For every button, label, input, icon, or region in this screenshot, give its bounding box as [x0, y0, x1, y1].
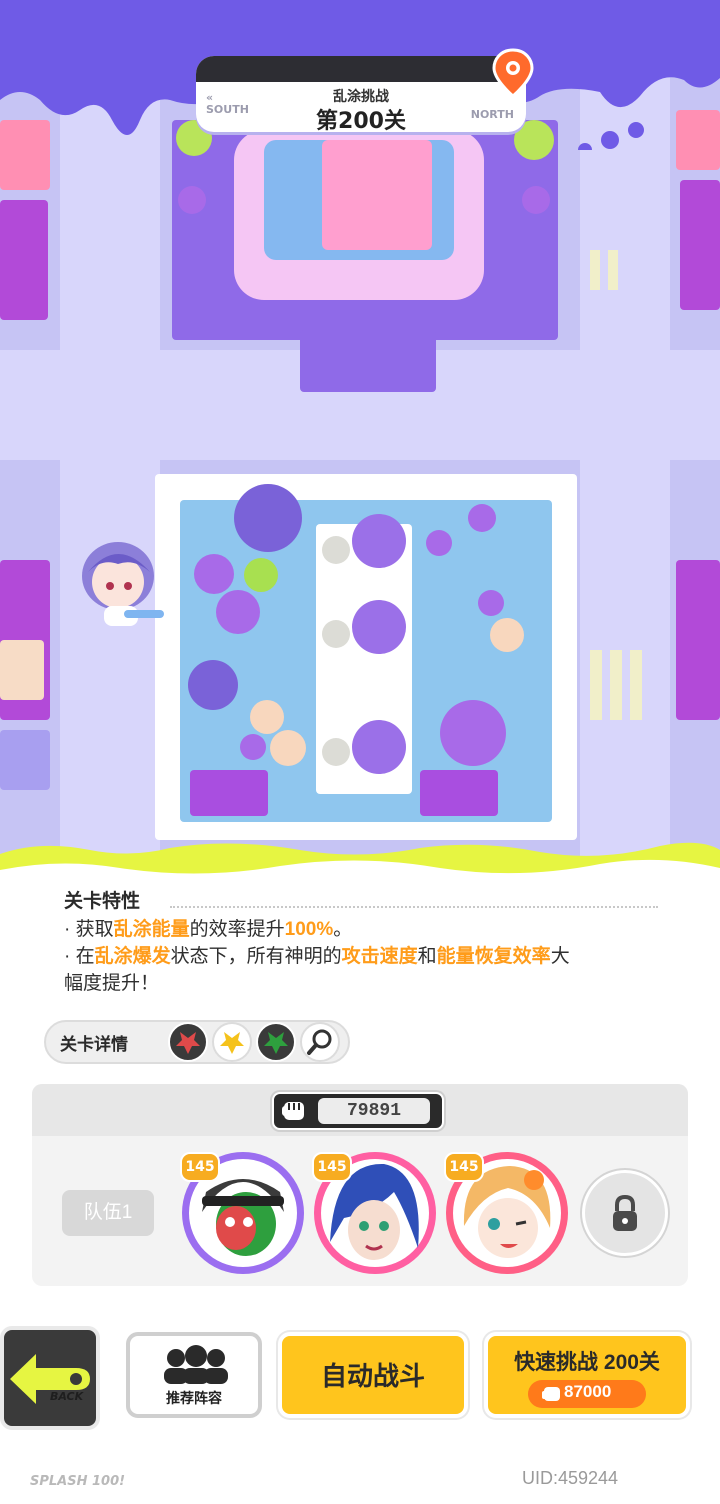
- trait-text: 状态下，所有神明的: [170, 946, 342, 967]
- map-bench: [420, 770, 498, 816]
- map-splat: [194, 554, 234, 594]
- stage-detail-label: 关卡详情: [60, 1035, 128, 1054]
- lock-icon: [613, 1194, 637, 1231]
- team-power-value: 79891: [318, 1098, 430, 1124]
- quick-challenge-label: 快速挑战 200关: [514, 1351, 660, 1374]
- trait-text: 大: [550, 946, 570, 967]
- map-ball: [270, 730, 306, 766]
- divider: [170, 906, 658, 908]
- fist-icon: [282, 1102, 304, 1120]
- game-logo: SPLASH 100!: [30, 1474, 126, 1489]
- crosswalk: [608, 250, 618, 290]
- map-building: [0, 730, 50, 790]
- back-button[interactable]: [0, 1326, 100, 1430]
- crosswalk: [590, 650, 602, 720]
- banner-bar: [196, 56, 526, 82]
- team-silhouette-icon: [164, 1345, 228, 1384]
- locked-hero-slot[interactable]: [582, 1170, 668, 1256]
- auto-battle-label: 自动战斗: [320, 1361, 425, 1391]
- map-splat: [178, 186, 206, 214]
- plaza-building: [300, 330, 436, 392]
- green-splat-icon[interactable]: [256, 1022, 296, 1062]
- map-splat: [440, 700, 506, 766]
- map-splat: [478, 590, 504, 616]
- trait-highlight: 100%: [284, 919, 334, 940]
- trait-highlight: 能量恢复效率: [436, 946, 551, 967]
- trait-line: · 获取乱涂能量的效率提升100%。: [64, 916, 674, 943]
- map-bench: [190, 770, 268, 816]
- back-label: BACK: [50, 1390, 84, 1403]
- traits-title: 关卡特性: [64, 891, 141, 912]
- trait-highlight: 乱涂爆发: [94, 946, 171, 967]
- crosswalk: [610, 650, 622, 720]
- trait-line: 幅度提升！: [64, 973, 160, 994]
- trait-text: · 获取: [64, 919, 114, 940]
- map-umbrella: [352, 514, 406, 568]
- north-label: NORTH: [470, 108, 514, 121]
- quick-challenge-cost-value: 87000: [564, 1382, 612, 1401]
- map-umbrella: [352, 720, 406, 774]
- user-id: UID:459244: [522, 1468, 619, 1488]
- fist-icon: [542, 1387, 560, 1401]
- map-building: [0, 640, 44, 700]
- map-umbrella: [352, 600, 406, 654]
- map-building: [676, 560, 720, 720]
- map-splat: [240, 734, 266, 760]
- map-ball: [490, 618, 524, 652]
- map-splat: [188, 660, 238, 710]
- hero-level-badge: 145: [312, 1152, 352, 1182]
- map-splat: [426, 530, 452, 556]
- trait-text: 。: [333, 919, 353, 940]
- map-building: [680, 180, 720, 310]
- map-table: [322, 536, 350, 564]
- map-building: [0, 200, 48, 320]
- player-avatar[interactable]: [74, 536, 166, 632]
- stage-banner: «SOUTH 乱涂挑战 第200关 NORTH: [196, 56, 526, 132]
- map-bush: [244, 558, 278, 592]
- recommend-lineup-label: 推荐阵容: [166, 1390, 222, 1406]
- trait-text: 和: [417, 946, 437, 967]
- trait-text: · 在: [64, 946, 95, 967]
- map-ball: [250, 700, 284, 734]
- trait-line: · 在乱涂爆发状态下，所有神明的攻击速度和能量恢复效率大: [64, 943, 674, 970]
- crosswalk: [630, 650, 642, 720]
- map-splat: [522, 186, 550, 214]
- map-splat: [468, 504, 496, 532]
- hero-level-badge: 145: [180, 1152, 220, 1182]
- team-label[interactable]: 队伍1: [62, 1190, 154, 1236]
- plaza-stage: [322, 140, 432, 250]
- yellow-splat-icon[interactable]: [212, 1022, 252, 1062]
- magnifier-icon[interactable]: [300, 1022, 340, 1062]
- trait-highlight: 攻击速度: [341, 946, 418, 967]
- trait-highlight: 乱涂能量: [113, 919, 190, 940]
- map-table: [322, 738, 350, 766]
- map-splat: [216, 590, 260, 634]
- map-splat: [234, 484, 302, 552]
- location-pin-icon[interactable]: [486, 46, 540, 100]
- stage-map: [0, 0, 720, 880]
- hero-level-badge: 145: [444, 1152, 484, 1182]
- trait-text: 的效率提升: [189, 919, 285, 940]
- crosswalk: [590, 250, 600, 290]
- map-table: [322, 620, 350, 648]
- red-splat-icon[interactable]: [168, 1022, 208, 1062]
